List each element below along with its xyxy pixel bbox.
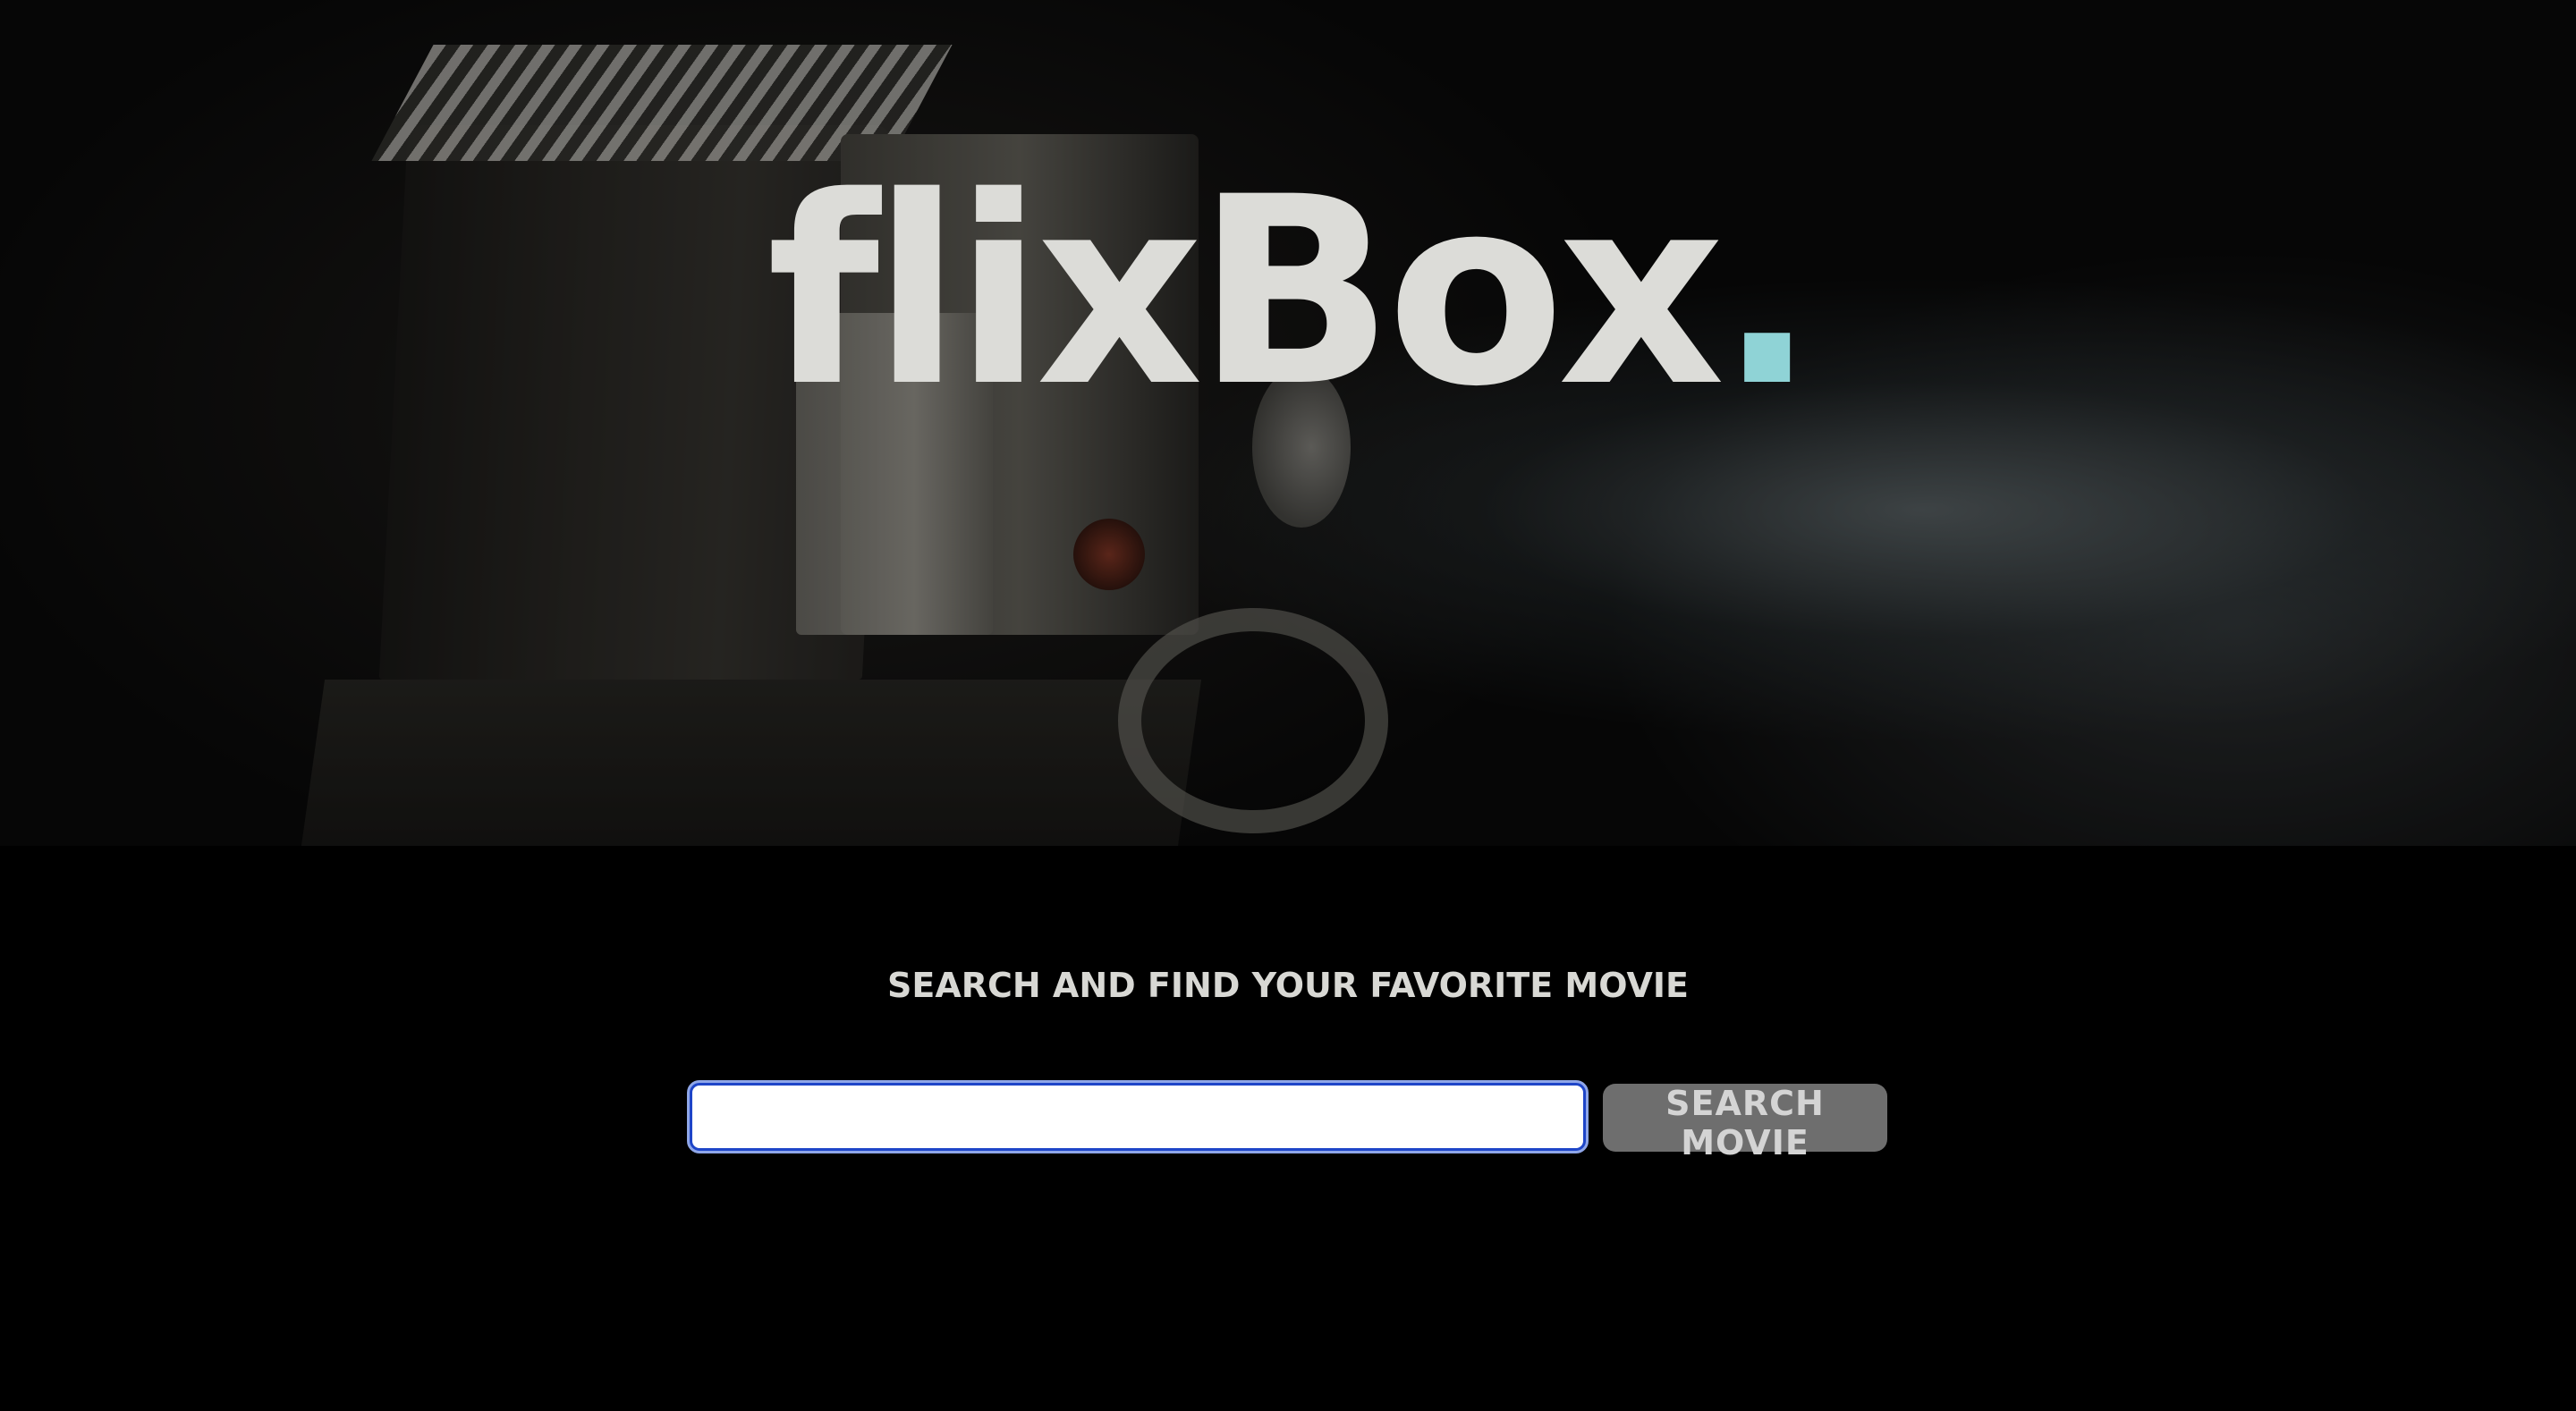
- site-logo: flixBox.: [0, 159, 2576, 427]
- hero-banner: flixBox.: [0, 0, 2576, 846]
- logo-accent-dot: .: [1717, 142, 1817, 444]
- logo-text: flixBox: [767, 142, 1724, 444]
- search-movie-button[interactable]: SEARCH MOVIE: [1603, 1084, 1887, 1162]
- search-form: SEARCH MOVIE: [687, 1080, 1887, 1162]
- search-heading: SEARCH AND FIND YOUR FAVORITE MOVIE: [887, 966, 1689, 1005]
- movie-search-input[interactable]: [687, 1080, 1589, 1153]
